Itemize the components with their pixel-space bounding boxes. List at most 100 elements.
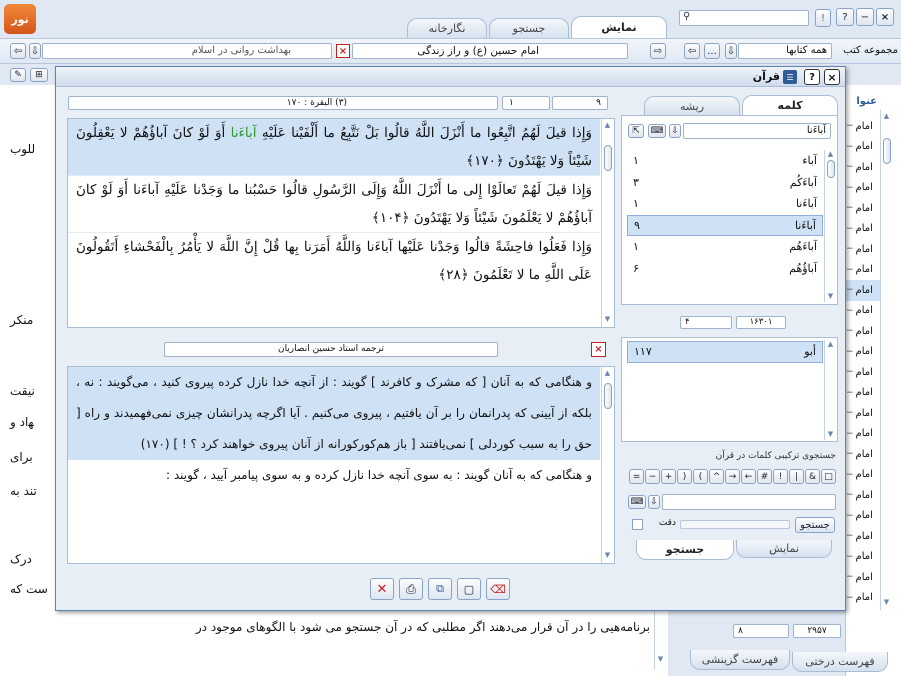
- info-button[interactable]: !: [815, 9, 831, 27]
- copy-icon[interactable]: ▢: [457, 578, 481, 600]
- sidebar-item[interactable]: امام −: [846, 157, 880, 178]
- sidebar-item[interactable]: امام −: [846, 239, 880, 260]
- word-input[interactable]: آباءَنا: [683, 123, 831, 139]
- tab-search-bottom[interactable]: جستجو: [636, 540, 734, 560]
- translator-select[interactable]: ترجمه استاد حسین انصاریان: [164, 342, 498, 357]
- collapse-icon[interactable]: −: [846, 285, 854, 295]
- nav-forward-button[interactable]: ⇨: [650, 43, 666, 59]
- collapse-icon[interactable]: −: [846, 265, 854, 275]
- nav-back-button[interactable]: ⇦: [10, 43, 26, 59]
- collapse-icon[interactable]: −: [846, 449, 854, 459]
- operator-button[interactable]: (: [693, 469, 708, 484]
- quran-dialog-close[interactable]: ×: [824, 69, 840, 85]
- collapse-icon[interactable]: −: [846, 326, 854, 336]
- sidebar-item[interactable]: امام −: [846, 260, 880, 281]
- collapse-icon[interactable]: −: [846, 531, 854, 541]
- sidebar-item[interactable]: امام −: [846, 465, 880, 486]
- export-icon[interactable]: ⧉: [428, 578, 452, 600]
- minimize-button[interactable]: −: [856, 8, 874, 26]
- sidebar-item[interactable]: امام −: [846, 506, 880, 527]
- help-button[interactable]: ?: [836, 8, 854, 26]
- operator-button[interactable]: ): [677, 469, 692, 484]
- sidebar-item[interactable]: امام −: [846, 485, 880, 506]
- close-button[interactable]: ×: [876, 8, 894, 26]
- sidebar-item[interactable]: امام −: [846, 137, 880, 158]
- compound-keyboard-icon[interactable]: ⌨: [628, 495, 646, 509]
- sidebar-item[interactable]: امام −: [846, 342, 880, 363]
- operator-button[interactable]: →: [725, 469, 740, 484]
- root-row[interactable]: أبو ۱۱۷: [627, 341, 823, 363]
- word-row[interactable]: آباءَهُم ۱: [627, 236, 823, 258]
- operator-button[interactable]: ←: [741, 469, 756, 484]
- tab-search[interactable]: جستجو: [489, 18, 569, 38]
- translation-close-icon[interactable]: ×: [591, 342, 606, 357]
- collapse-icon[interactable]: −: [846, 367, 854, 377]
- verse-current[interactable]: ۹: [552, 96, 608, 110]
- sidebar-item[interactable]: امام −: [846, 424, 880, 445]
- global-search-input[interactable]: ⚲: [679, 10, 809, 26]
- operator-button[interactable]: ^: [709, 469, 724, 484]
- cancel-icon[interactable]: ✕: [370, 578, 394, 600]
- dropdown-arrow-icon[interactable]: ⇩: [29, 43, 41, 59]
- sidebar-item[interactable]: امام −: [846, 362, 880, 383]
- sidebar-item[interactable]: امام −: [846, 444, 880, 465]
- tab-display[interactable]: نمایش: [571, 16, 667, 38]
- app-logo[interactable]: نور: [4, 4, 36, 34]
- collapse-icon[interactable]: −: [846, 183, 854, 193]
- word-row[interactable]: آباءَنا ۱: [627, 193, 823, 215]
- doc-title-field[interactable]: امام حسین (ع) و راز زندگی: [352, 43, 628, 59]
- sidebar-item[interactable]: امام −: [846, 280, 880, 301]
- settings-icon[interactable]: ✎: [10, 68, 26, 82]
- collapse-icon[interactable]: −: [846, 142, 854, 152]
- word-row[interactable]: آباء ۱: [627, 150, 823, 172]
- collapse-icon[interactable]: −: [846, 429, 854, 439]
- sidebar-item[interactable]: امام −: [846, 547, 880, 568]
- compound-input[interactable]: [662, 494, 836, 510]
- operator-button[interactable]: !: [773, 469, 788, 484]
- sidebar-item[interactable]: امام −: [846, 567, 880, 588]
- exact-slider[interactable]: [680, 520, 790, 529]
- operator-button[interactable]: &: [805, 469, 820, 484]
- collapse-icon[interactable]: −: [846, 572, 854, 582]
- collapse-icon[interactable]: −: [846, 388, 854, 398]
- tab-root[interactable]: ریشه: [644, 96, 740, 115]
- edit-icon[interactable]: ⇱: [628, 124, 644, 138]
- collapse-icon[interactable]: −: [846, 470, 854, 480]
- operator-button[interactable]: −: [645, 469, 660, 484]
- tab-word[interactable]: کلمه: [742, 95, 838, 115]
- sidebar-item[interactable]: امام −: [846, 178, 880, 199]
- collection-select[interactable]: همه کتابها: [738, 43, 832, 59]
- word-nav-current[interactable]: ۴: [680, 316, 732, 329]
- more-button[interactable]: ...: [704, 43, 720, 59]
- print-icon[interactable]: ⎙: [399, 578, 423, 600]
- sidebar-item[interactable]: امام −: [846, 301, 880, 322]
- translation-scrollbar[interactable]: ▲ ▼: [601, 367, 613, 563]
- collapse-icon[interactable]: −: [846, 162, 854, 172]
- collapse-icon[interactable]: −: [846, 203, 854, 213]
- tab-selective-index[interactable]: فهرست گزینشی: [690, 650, 790, 670]
- sidebar-item[interactable]: امام −: [846, 321, 880, 342]
- sidebar-item[interactable]: امام −: [846, 403, 880, 424]
- sidebar-item[interactable]: امام −: [846, 588, 880, 609]
- collapse-icon[interactable]: −: [846, 552, 854, 562]
- layout-icon[interactable]: ⊞: [30, 68, 48, 82]
- nav-back-right-button[interactable]: ⇦: [684, 43, 700, 59]
- secondary-title-field[interactable]: بهداشت روانی در اسلام: [42, 43, 332, 59]
- word-row[interactable]: آباؤُهُم ۶: [627, 258, 823, 280]
- operator-button[interactable]: |: [789, 469, 804, 484]
- delete-icon[interactable]: ⌫: [486, 578, 510, 600]
- keyboard-icon[interactable]: ⌨: [648, 124, 666, 138]
- collapse-icon[interactable]: −: [846, 244, 854, 254]
- sidebar-item[interactable]: امام −: [846, 219, 880, 240]
- root-scrollbar[interactable]: ▲ ▼: [824, 340, 836, 440]
- tab-gallery[interactable]: نگارخانه: [407, 18, 487, 38]
- word-row[interactable]: آباءَكُم ۳: [627, 172, 823, 194]
- collapse-icon[interactable]: −: [846, 490, 854, 500]
- collapse-icon[interactable]: −: [846, 347, 854, 357]
- sidebar-scrollbar[interactable]: ▲ ▼: [880, 110, 892, 610]
- operator-button[interactable]: #: [757, 469, 772, 484]
- operator-button[interactable]: □: [821, 469, 836, 484]
- collapse-icon[interactable]: −: [846, 121, 854, 131]
- sidebar-item[interactable]: امام −: [846, 116, 880, 137]
- compound-dropdown-icon[interactable]: ⇩: [648, 495, 660, 509]
